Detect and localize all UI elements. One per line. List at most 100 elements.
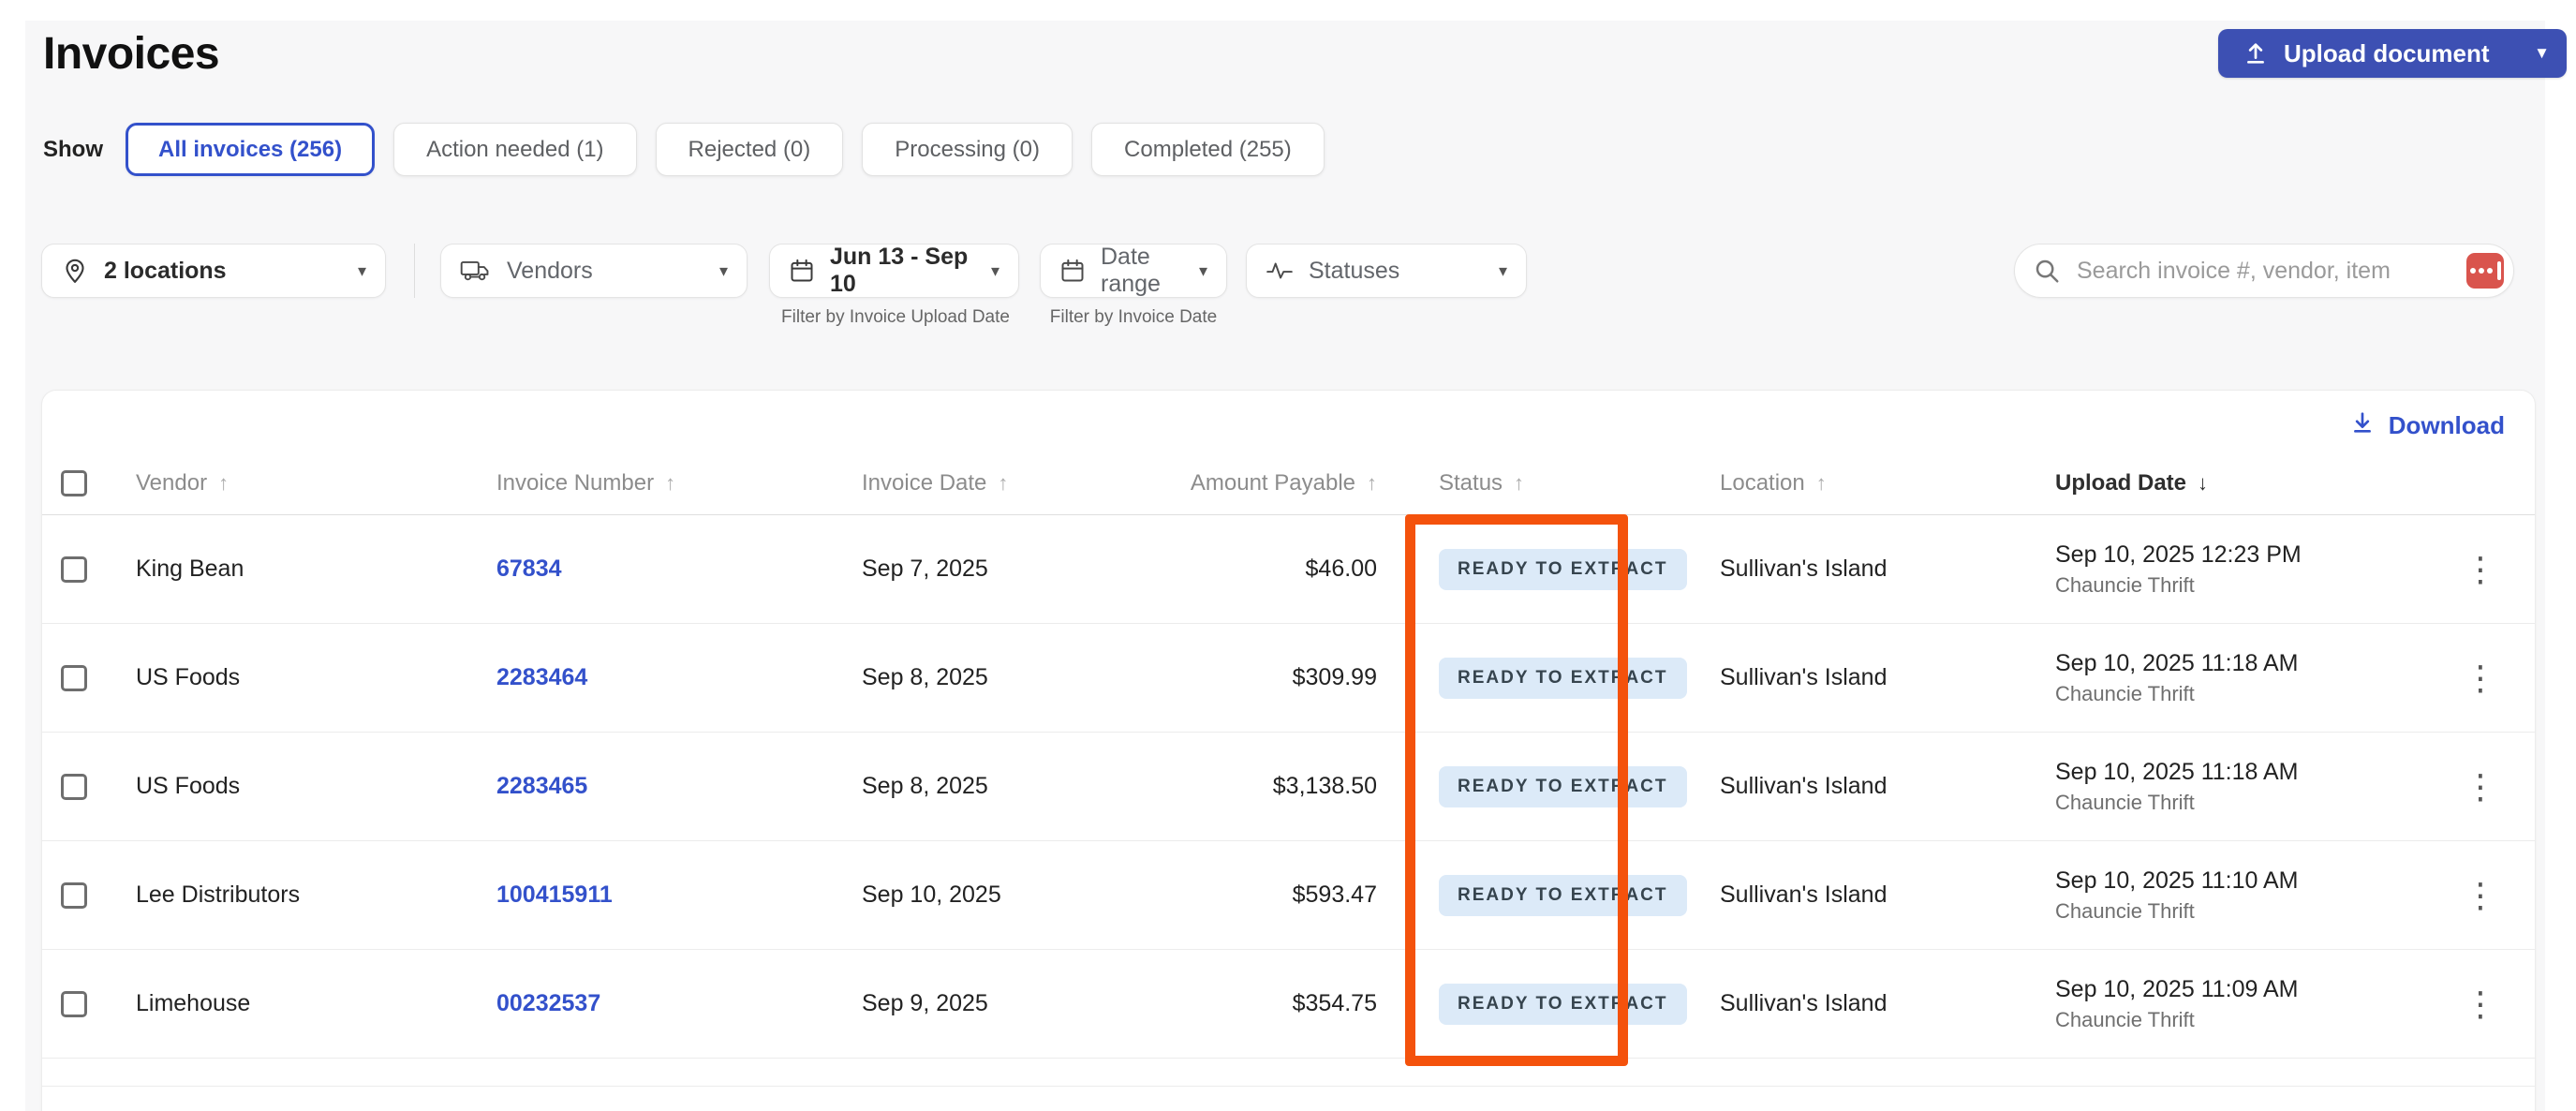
invoice-number-link[interactable]: 2283465 (496, 773, 587, 799)
table-header-row: Vendor ↑ Invoice Number ↑ Invoice Date ↑… (42, 452, 2535, 515)
invoice-date-cell: Sep 10, 2025 (862, 881, 1171, 909)
location-cell: Sullivan's Island (1686, 773, 2023, 800)
column-header-invoice-date[interactable]: Invoice Date ↑ (862, 470, 1171, 496)
status-badge: READY TO EXTRACT (1439, 658, 1687, 699)
row-actions-kebab-icon[interactable]: ⋮ (2454, 982, 2507, 1027)
tab-all-invoices[interactable]: All invoices (256) (126, 123, 375, 176)
row-checkbox[interactable] (61, 991, 87, 1017)
location-cell: Sullivan's Island (1686, 664, 2023, 691)
upload-options-caret-button[interactable]: ▼ (2518, 29, 2567, 78)
statuses-filter-value: Statuses (1309, 258, 1399, 285)
uploaded-by-cell: Chauncie Thrift (2055, 573, 2426, 598)
locations-filter-dropdown[interactable]: 2 locations ▾ (41, 244, 386, 298)
amount-payable-cell: $309.99 (1171, 664, 1377, 691)
upload-date-cell: Sep 10, 2025 11:18 AM (2055, 650, 2426, 677)
download-button[interactable]: Download (2349, 409, 2505, 442)
chevron-down-icon: ▾ (358, 261, 366, 281)
tab-rejected[interactable]: Rejected (0) (656, 123, 844, 176)
upload-date-cell: Sep 10, 2025 12:23 PM (2055, 541, 2426, 569)
row-actions-kebab-icon[interactable]: ⋮ (2454, 656, 2507, 701)
upload-document-button[interactable]: Upload document (2218, 29, 2518, 78)
amount-payable-cell: $354.75 (1171, 990, 1377, 1017)
status-badge: READY TO EXTRACT (1439, 766, 1687, 807)
column-label: Location (1720, 470, 1805, 496)
show-filter-row: Show All invoices (256) Action needed (1… (43, 123, 1325, 176)
vendor-cell: Limehouse (136, 990, 496, 1017)
invoice-date-cell: Sep 7, 2025 (862, 556, 1171, 583)
status-badge: READY TO EXTRACT (1439, 984, 1687, 1025)
column-label: Vendor (136, 470, 207, 496)
filter-divider (414, 244, 415, 298)
location-cell: Sullivan's Island (1686, 556, 2023, 583)
upload-icon (2243, 40, 2269, 67)
upload-date-cell: Sep 10, 2025 11:10 AM (2055, 867, 2426, 895)
column-header-status[interactable]: Status ↑ (1377, 470, 1686, 496)
column-header-location[interactable]: Location ↑ (1686, 470, 2023, 496)
upload-document-split-button: Upload document ▼ (2218, 29, 2567, 78)
location-pin-icon (61, 257, 89, 285)
tab-action-needed[interactable]: Action needed (1) (393, 123, 636, 176)
invoice-number-link[interactable]: 00232537 (496, 990, 600, 1016)
truck-icon (460, 259, 492, 283)
tab-label: Rejected (0) (688, 137, 811, 163)
locations-filter-value: 2 locations (104, 258, 227, 285)
row-checkbox[interactable] (61, 665, 87, 691)
uploaded-by-cell: Chauncie Thrift (2055, 791, 2426, 815)
tab-completed[interactable]: Completed (255) (1091, 123, 1325, 176)
select-all-checkbox[interactable] (61, 470, 87, 496)
column-label: Status (1439, 470, 1503, 496)
uploaded-by-cell: Chauncie Thrift (2055, 1008, 2426, 1032)
password-manager-extension-icon[interactable] (2466, 253, 2504, 289)
status-badge: READY TO EXTRACT (1439, 875, 1687, 916)
invoice-number-link[interactable]: 67834 (496, 556, 562, 582)
row-checkbox[interactable] (61, 556, 87, 583)
chevron-down-icon: ▾ (991, 261, 999, 281)
upload-date-filter-dropdown[interactable]: Jun 13 - Sep 10 ▾ (769, 244, 1019, 298)
column-header-invoice-number[interactable]: Invoice Number ↑ (496, 470, 862, 496)
row-actions-kebab-icon[interactable]: ⋮ (2454, 547, 2507, 592)
sort-asc-icon: ↑ (1514, 471, 1524, 496)
row-checkbox[interactable] (61, 774, 87, 800)
vendor-cell: King Bean (136, 556, 496, 583)
column-header-amount-payable[interactable]: Amount Payable ↑ (1171, 470, 1377, 496)
invoice-number-link[interactable]: 100415911 (496, 881, 613, 908)
chevron-down-icon: ▾ (1199, 261, 1207, 281)
calendar-icon (789, 258, 815, 284)
table-row: Lee Distributors 100415911 Sep 10, 2025 … (42, 841, 2535, 950)
table-row: US Foods 2283465 Sep 8, 2025 $3,138.50 R… (42, 733, 2535, 841)
tab-label: Completed (255) (1124, 137, 1292, 163)
table-body: King Bean 67834 Sep 7, 2025 $46.00 READY… (42, 515, 2535, 1059)
chevron-down-icon: ▾ (719, 261, 728, 281)
sort-asc-icon: ↑ (218, 471, 229, 496)
invoice-date-cell: Sep 8, 2025 (862, 773, 1171, 800)
sort-asc-icon: ↑ (665, 471, 675, 496)
row-checkbox[interactable] (61, 882, 87, 909)
vendor-cell: US Foods (136, 664, 496, 691)
search-icon (2033, 257, 2061, 289)
upload-date-filter-value: Jun 13 - Sep 10 (830, 244, 976, 298)
status-badge: READY TO EXTRACT (1439, 549, 1687, 590)
download-icon (2349, 409, 2376, 442)
location-cell: Sullivan's Island (1686, 990, 2023, 1017)
row-actions-kebab-icon[interactable]: ⋮ (2454, 764, 2507, 809)
row-actions-kebab-icon[interactable]: ⋮ (2454, 873, 2507, 918)
column-label: Invoice Date (862, 470, 986, 496)
tab-processing[interactable]: Processing (0) (862, 123, 1073, 176)
invoice-date-cell: Sep 9, 2025 (862, 990, 1171, 1017)
sort-desc-icon: ↓ (2198, 471, 2208, 496)
upload-button-label: Upload document (2284, 39, 2490, 68)
column-header-vendor[interactable]: Vendor ↑ (136, 470, 496, 496)
upload-date-cell: Sep 10, 2025 11:18 AM (2055, 759, 2426, 786)
vendors-filter-dropdown[interactable]: Vendors ▾ (440, 244, 748, 298)
invoice-date-filter-value: Date range (1101, 244, 1184, 298)
statuses-filter-dropdown[interactable]: Statuses ▾ (1246, 244, 1527, 298)
search-input[interactable] (2014, 244, 2514, 298)
amount-payable-cell: $46.00 (1171, 556, 1377, 583)
invoice-date-filter-helper: Filter by Invoice Date (970, 307, 1297, 328)
column-header-upload-date[interactable]: Upload Date ↓ (2023, 470, 2426, 496)
table-row: King Bean 67834 Sep 7, 2025 $46.00 READY… (42, 515, 2535, 624)
column-label: Invoice Number (496, 470, 654, 496)
invoice-number-link[interactable]: 2283464 (496, 664, 587, 690)
invoice-date-filter-dropdown[interactable]: Date range ▾ (1040, 244, 1227, 298)
download-label: Download (2389, 411, 2505, 440)
